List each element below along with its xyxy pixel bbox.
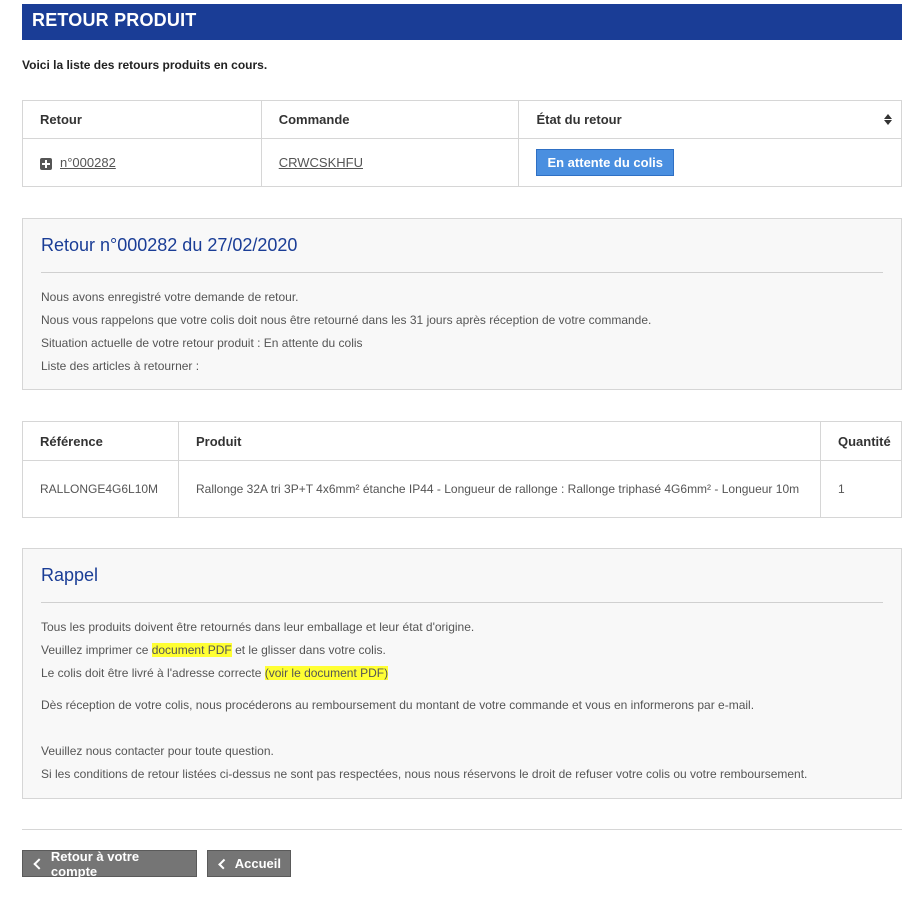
reminder-text: et le glisser dans votre colis. xyxy=(231,643,386,657)
reminder-panel: Rappel Tous les produits doivent être re… xyxy=(22,548,902,799)
detail-line: Situation actuelle de votre retour produ… xyxy=(41,336,363,350)
reminder-text: Veuillez imprimer ce xyxy=(41,643,152,657)
reminder-title: Rappel xyxy=(41,565,99,585)
back-to-account-button[interactable]: Retour à votre compte xyxy=(22,848,197,879)
home-label: Accueil xyxy=(234,856,281,871)
reminder-line: Veuillez imprimer ce document PDF et le … xyxy=(41,643,386,657)
pdf-document-link[interactable]: document PDF xyxy=(151,643,232,657)
items-table-header: Référence Produit Quantité xyxy=(22,421,902,461)
reference-cell: RALLONGE4G6L10M xyxy=(22,460,179,518)
table-row: RALLONGE4G6L10M Rallonge 32A tri 3P+T 4x… xyxy=(22,460,902,518)
reminder-text: Le colis doit être livré à l'adresse cor… xyxy=(41,666,265,680)
expand-plus-icon[interactable] xyxy=(40,157,52,170)
reminder-line: Tous les produits doivent être retournés… xyxy=(41,620,475,634)
chevron-left-icon xyxy=(33,857,45,870)
reminder-line: Veuillez nous contacter pour toute quest… xyxy=(41,744,274,758)
table-row: n°000282 CRWCSKHFU En attente du colis xyxy=(22,138,902,187)
items-table: Référence Produit Quantité RALLONGE4G6L1… xyxy=(22,421,902,518)
divider xyxy=(41,602,883,603)
page-title: RETOUR PRODUIT xyxy=(32,10,197,30)
column-header-quantity: Quantité xyxy=(820,421,902,461)
quantity-cell: 1 xyxy=(820,460,902,518)
return-detail-panel: Retour n°000282 du 27/02/2020 Nous avons… xyxy=(22,218,902,390)
column-header-product: Produit xyxy=(177,421,822,461)
product-cell: Rallonge 32A tri 3P+T 4x6mm² étanche IP4… xyxy=(177,460,822,518)
sort-icon[interactable] xyxy=(884,114,892,125)
reminder-line: Si les conditions de retour listées ci-d… xyxy=(41,767,808,781)
return-detail-title: Retour n°000282 du 27/02/2020 xyxy=(41,235,298,255)
returns-table: Retour Commande État du retour n°000282 … xyxy=(22,100,902,187)
divider xyxy=(41,272,883,273)
status-badge[interactable]: En attente du colis xyxy=(536,149,675,176)
column-header-status[interactable]: État du retour xyxy=(518,100,902,139)
intro-text: Voici la liste des retours produits en c… xyxy=(22,58,268,72)
home-button[interactable]: Accueil xyxy=(207,850,291,877)
returns-table-header: Retour Commande État du retour xyxy=(22,100,902,139)
status-cell: En attente du colis xyxy=(518,138,902,187)
reminder-line: Dès réception de votre colis, nous procé… xyxy=(41,698,755,712)
column-header-order: Commande xyxy=(260,100,520,139)
back-to-account-label: Retour à votre compte xyxy=(50,848,140,879)
column-header-reference: Référence xyxy=(22,421,179,461)
order-link[interactable]: CRWCSKHFU xyxy=(279,155,363,170)
view-pdf-link[interactable]: (voir le document PDF) xyxy=(264,666,389,680)
chevron-left-icon xyxy=(218,858,229,869)
return-number-cell: n°000282 xyxy=(22,138,262,187)
column-header-status-label: État du retour xyxy=(536,112,622,127)
return-number-link[interactable]: n°000282 xyxy=(60,155,116,170)
page-header: RETOUR PRODUIT xyxy=(22,4,902,40)
detail-line: Nous avons enregistré votre demande de r… xyxy=(41,290,299,304)
order-cell: CRWCSKHFU xyxy=(260,138,520,187)
detail-line: Liste des articles à retourner : xyxy=(41,359,200,373)
footer-divider xyxy=(22,829,902,830)
reminder-line: Le colis doit être livré à l'adresse cor… xyxy=(41,666,389,680)
detail-line: Nous vous rappelons que votre colis doit… xyxy=(41,313,652,327)
column-header-return: Retour xyxy=(22,100,262,139)
